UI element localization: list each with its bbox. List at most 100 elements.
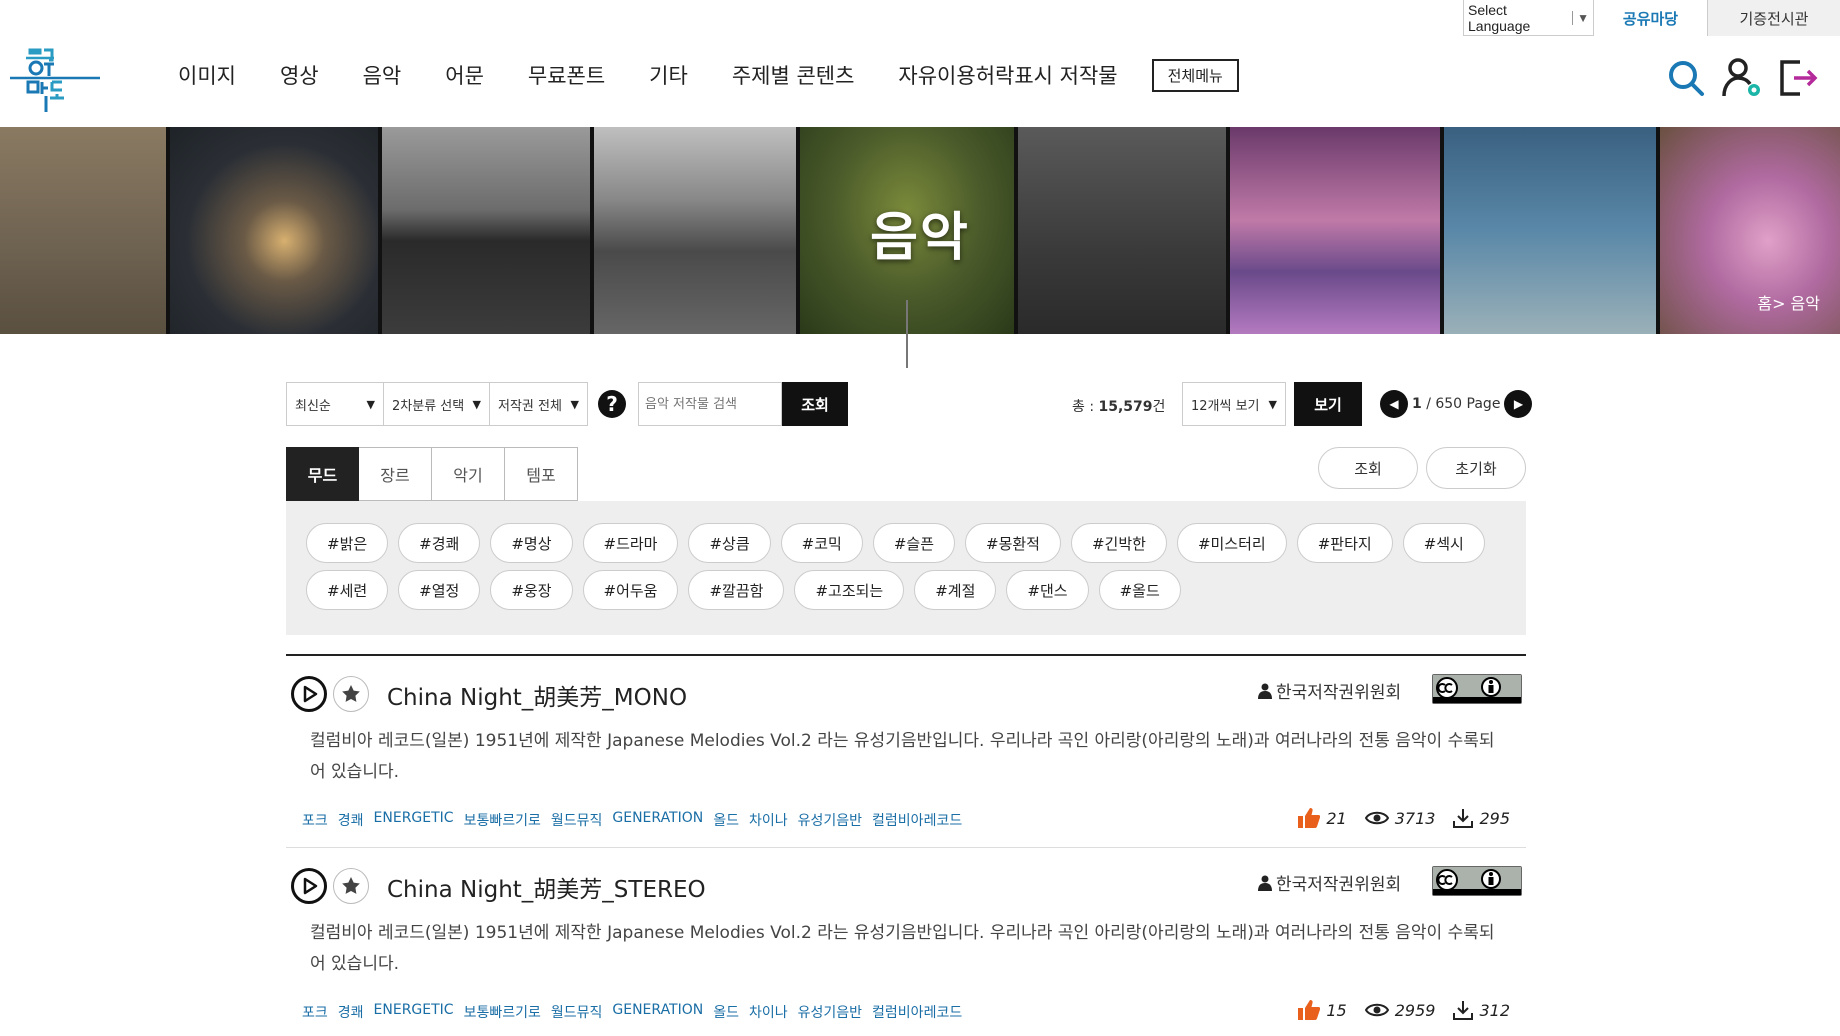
- tag-chip[interactable]: #판타지: [1296, 523, 1393, 563]
- tag-chip[interactable]: #명상: [490, 523, 573, 563]
- search-icon[interactable]: [1664, 56, 1708, 100]
- download-icon: [1453, 1001, 1474, 1020]
- play-button[interactable]: [291, 868, 327, 904]
- tag-chip[interactable]: #웅장: [490, 570, 573, 610]
- download-stat[interactable]: 295: [1453, 808, 1510, 828]
- view-stat: 2959: [1364, 1001, 1435, 1020]
- tag-chip[interactable]: #열정: [398, 570, 481, 610]
- keyword-link[interactable]: 올드: [713, 810, 739, 830]
- keyword-link[interactable]: 유성기음반: [798, 1002, 862, 1022]
- tag-chip[interactable]: #경쾌: [398, 523, 481, 563]
- tag-reset-button[interactable]: 초기화: [1426, 447, 1526, 489]
- tag-search-button[interactable]: 조회: [1318, 447, 1418, 489]
- tag-chip[interactable]: #섹시: [1402, 523, 1485, 563]
- category-select[interactable]: 2차분류 선택 ▼: [384, 382, 490, 426]
- nav-item-image[interactable]: 이미지: [178, 60, 236, 90]
- like-stat[interactable]: 15: [1298, 1000, 1347, 1020]
- tab-share-madang[interactable]: 공유마당: [1594, 0, 1708, 36]
- tag-chip[interactable]: #슬픈: [872, 523, 955, 563]
- item-title[interactable]: China Night_胡美芳_STEREO: [387, 870, 706, 904]
- tag-chip[interactable]: #계절: [914, 570, 997, 610]
- keyword-link[interactable]: 월드뮤직: [551, 1002, 603, 1022]
- like-stat[interactable]: 21: [1298, 808, 1347, 828]
- nav-item-cc-works[interactable]: 자유이용허락표시 저작물: [898, 60, 1117, 90]
- search-input[interactable]: [638, 382, 782, 426]
- tab-tempo[interactable]: 템포: [505, 447, 578, 501]
- header-icons: [1664, 56, 1820, 100]
- tag-chip[interactable]: #깔끔함: [688, 570, 785, 610]
- keyword-link[interactable]: 월드뮤직: [551, 810, 603, 830]
- search-button[interactable]: 조회: [782, 382, 848, 426]
- keyword-link[interactable]: 경쾌: [338, 810, 364, 830]
- keyword-link[interactable]: 포크: [302, 1002, 328, 1022]
- breadcrumb[interactable]: 홈> 음악: [1757, 290, 1820, 314]
- prev-page-icon[interactable]: ◀: [1380, 390, 1408, 418]
- keyword-link[interactable]: 포크: [302, 810, 328, 830]
- favorite-button[interactable]: [333, 676, 369, 712]
- keyword-link[interactable]: ENERGETIC: [374, 810, 454, 830]
- language-select-label: Select Language: [1468, 2, 1531, 34]
- keyword-link[interactable]: 보통빠르기로: [464, 1002, 541, 1022]
- nav-item-text[interactable]: 어문: [445, 60, 484, 90]
- keyword-link[interactable]: GENERATION: [612, 1002, 703, 1022]
- help-icon[interactable]: ?: [598, 390, 626, 418]
- tag-chip[interactable]: #올드: [1098, 570, 1181, 610]
- favorite-button[interactable]: [333, 868, 369, 904]
- tag-chip[interactable]: #미스터리: [1176, 523, 1287, 563]
- item-title[interactable]: China Night_胡美芳_MONO: [387, 678, 687, 712]
- tab-mood[interactable]: 무드: [286, 447, 359, 501]
- tab-instrument[interactable]: 악기: [432, 447, 505, 501]
- utility-bar: Select Language ▼ 공유마당 기증전시관: [1463, 0, 1840, 36]
- tag-chip[interactable]: #댄스: [1006, 570, 1089, 610]
- site-logo[interactable]: [8, 44, 100, 112]
- play-button[interactable]: [291, 676, 327, 712]
- tag-chip[interactable]: #밝은: [306, 523, 389, 563]
- keyword-link[interactable]: 보통빠르기로: [464, 810, 541, 830]
- keyword-link[interactable]: 컬럼비아레코드: [872, 810, 962, 830]
- tag-chip[interactable]: #몽환적: [965, 523, 1061, 563]
- tab-genre[interactable]: 장르: [359, 447, 432, 501]
- tag-chip[interactable]: #어두움: [582, 570, 679, 610]
- view-button[interactable]: 보기: [1294, 382, 1362, 426]
- all-menu-button[interactable]: 전체메뉴: [1151, 58, 1239, 92]
- nav-item-music[interactable]: 음악: [363, 60, 402, 90]
- nav-item-free-font[interactable]: 무료폰트: [528, 60, 605, 90]
- tag-chip[interactable]: #세련: [306, 570, 389, 610]
- download-stat[interactable]: 312: [1453, 1000, 1510, 1020]
- item-stats: 15 2959 312: [1298, 1000, 1510, 1020]
- download-count: 312: [1479, 1000, 1510, 1020]
- keyword-link[interactable]: 차이나: [749, 1002, 788, 1022]
- chevron-down-icon: ▼: [1268, 397, 1277, 411]
- user-settings-icon[interactable]: [1720, 56, 1764, 100]
- tag-chip[interactable]: #코믹: [780, 523, 863, 563]
- keyword-link[interactable]: 컬럼비아레코드: [872, 1002, 962, 1022]
- keyword-link[interactable]: 유성기음반: [798, 810, 862, 830]
- keyword-link[interactable]: 경쾌: [338, 1002, 364, 1022]
- per-page-select[interactable]: 12개씩 보기 ▼: [1182, 382, 1286, 426]
- keyword-link[interactable]: ENERGETIC: [374, 1002, 454, 1022]
- keyword-link[interactable]: 차이나: [749, 810, 788, 830]
- tag-chip[interactable]: #고조되는: [794, 570, 905, 610]
- page-current: 1: [1412, 396, 1422, 412]
- license-select[interactable]: 저작권 전체 ▼: [490, 382, 588, 426]
- item-description: 컬럼비아 레코드(일본) 1951년에 제작한 Japanese Melodie…: [310, 923, 1495, 974]
- sort-select-value: 최신순: [295, 398, 331, 414]
- tag-chip[interactable]: #상큼: [688, 523, 771, 563]
- tab-donation-hall[interactable]: 기증전시관: [1708, 0, 1840, 36]
- tag-panel: #밝은 #경쾌 #명상 #드라마 #상큼 #코믹 #슬픈 #몽환적 #긴박한 #…: [286, 501, 1526, 635]
- play-icon: [303, 877, 318, 895]
- page-rest: / 650 Page: [1421, 396, 1501, 412]
- cc-by-license-icon: [1432, 674, 1522, 704]
- keyword-link[interactable]: GENERATION: [612, 810, 703, 830]
- sort-select[interactable]: 최신순 ▼: [286, 382, 384, 426]
- language-select[interactable]: Select Language ▼: [1464, 0, 1594, 36]
- next-page-icon[interactable]: ▶: [1504, 390, 1533, 418]
- nav-item-theme-content[interactable]: 주제별 콘텐츠: [732, 60, 855, 90]
- item-owner-name: 한국저작권위원회: [1276, 875, 1402, 895]
- keyword-link[interactable]: 올드: [713, 1002, 739, 1022]
- logout-icon[interactable]: [1776, 56, 1820, 100]
- tag-chip[interactable]: #드라마: [582, 523, 679, 563]
- nav-item-video[interactable]: 영상: [280, 60, 319, 90]
- nav-item-etc[interactable]: 기타: [649, 60, 688, 90]
- tag-chip[interactable]: #긴박한: [1070, 523, 1167, 563]
